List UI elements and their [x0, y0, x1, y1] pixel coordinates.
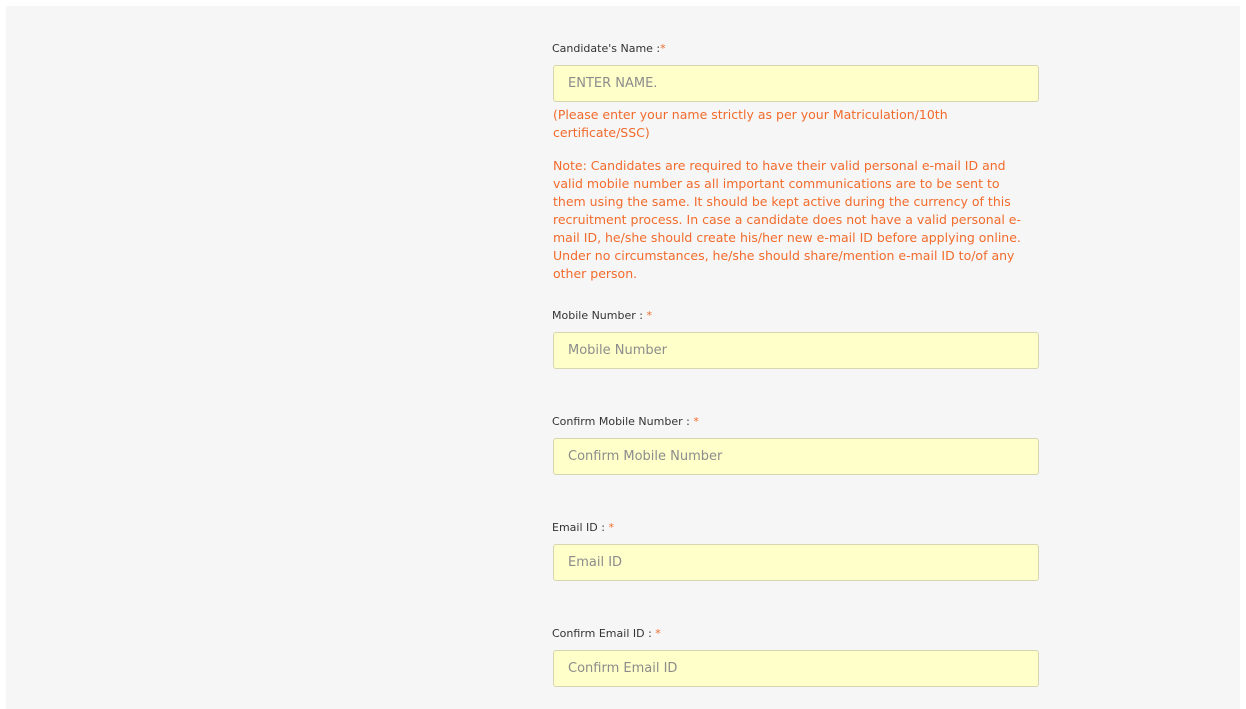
required-asterisk: *	[655, 627, 661, 640]
candidate-name-group: Candidate's Name :* (Please enter your n…	[547, 42, 1047, 283]
name-hint-text: (Please enter your name strictly as per …	[553, 107, 948, 140]
page: Candidate's Name :* (Please enter your n…	[0, 0, 1246, 709]
required-asterisk: *	[660, 42, 666, 55]
confirm-email-id-label: Confirm Email ID : *	[552, 627, 1047, 641]
email-id-input[interactable]	[553, 544, 1039, 581]
mobile-number-input[interactable]	[553, 332, 1039, 369]
required-asterisk: *	[646, 309, 652, 322]
registration-form: Candidate's Name :* (Please enter your n…	[547, 42, 1047, 687]
candidate-name-label-text: Candidate's Name :	[552, 42, 661, 55]
confirm-email-id-group: Confirm Email ID : *	[547, 627, 1047, 687]
email-id-label-text: Email ID :	[552, 521, 605, 534]
confirm-email-id-input[interactable]	[553, 650, 1039, 687]
email-mobile-note: Note: Candidates are required to have th…	[553, 158, 1021, 281]
email-id-label: Email ID : *	[552, 521, 1047, 535]
mobile-number-label-text: Mobile Number :	[552, 309, 643, 322]
confirm-mobile-number-label-text: Confirm Mobile Number :	[552, 415, 690, 428]
email-id-group: Email ID : *	[547, 521, 1047, 581]
candidate-name-label: Candidate's Name :*	[552, 42, 1047, 56]
confirm-mobile-number-group: Confirm Mobile Number : *	[547, 415, 1047, 475]
mobile-number-group: Mobile Number : *	[547, 309, 1047, 369]
required-asterisk: *	[693, 415, 699, 428]
confirm-email-id-label-text: Confirm Email ID :	[552, 627, 652, 640]
required-asterisk: *	[608, 521, 614, 534]
confirm-mobile-number-label: Confirm Mobile Number : *	[552, 415, 1047, 429]
confirm-mobile-number-input[interactable]	[553, 438, 1039, 475]
form-panel: Candidate's Name :* (Please enter your n…	[6, 6, 1240, 709]
candidate-name-input[interactable]	[553, 65, 1039, 102]
mobile-number-label: Mobile Number : *	[552, 309, 1047, 323]
